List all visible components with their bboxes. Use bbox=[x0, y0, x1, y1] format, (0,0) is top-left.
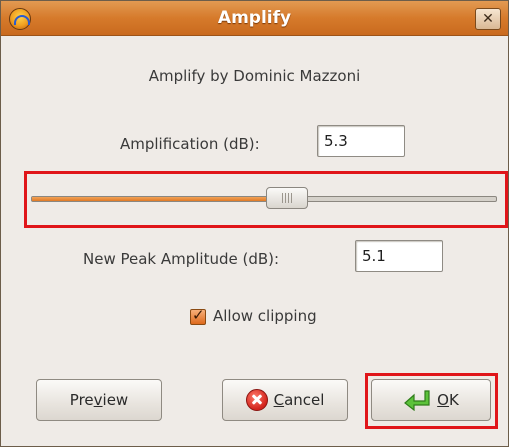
header-text: Amplify by Dominic Mazzoni bbox=[148, 67, 361, 85]
green-arrow-icon bbox=[404, 390, 430, 411]
close-button[interactable]: ✕ bbox=[475, 8, 501, 30]
ok-label: OK bbox=[437, 391, 459, 409]
checkmark-icon: ✓ bbox=[192, 306, 205, 324]
preview-label: Preview bbox=[69, 391, 129, 409]
ok-button[interactable]: OK bbox=[371, 379, 491, 421]
amplification-slider-track[interactable] bbox=[31, 196, 497, 202]
new-peak-field[interactable] bbox=[355, 240, 443, 272]
title-bar: Amplify ✕ bbox=[1, 1, 508, 36]
cancel-label: Cancel bbox=[273, 391, 325, 409]
window-title: Amplify bbox=[217, 8, 292, 28]
allow-clipping-label[interactable]: Allow clipping bbox=[213, 307, 317, 325]
cancel-button[interactable]: Cancel bbox=[222, 379, 348, 421]
preview-button[interactable]: Preview bbox=[36, 379, 162, 421]
new-peak-label: New Peak Amplitude (dB): bbox=[83, 250, 280, 268]
slider-fill bbox=[32, 197, 289, 201]
allow-clipping-checkbox[interactable]: ✓ bbox=[190, 306, 206, 325]
cancel-icon bbox=[245, 389, 268, 411]
amplification-label: Amplification (dB): bbox=[120, 135, 260, 153]
amplification-field[interactable] bbox=[317, 125, 405, 157]
amplify-dialog: Amplify ✕ Amplify by Dominic Mazzoni Amp… bbox=[0, 0, 509, 447]
slider-handle[interactable] bbox=[266, 187, 309, 209]
